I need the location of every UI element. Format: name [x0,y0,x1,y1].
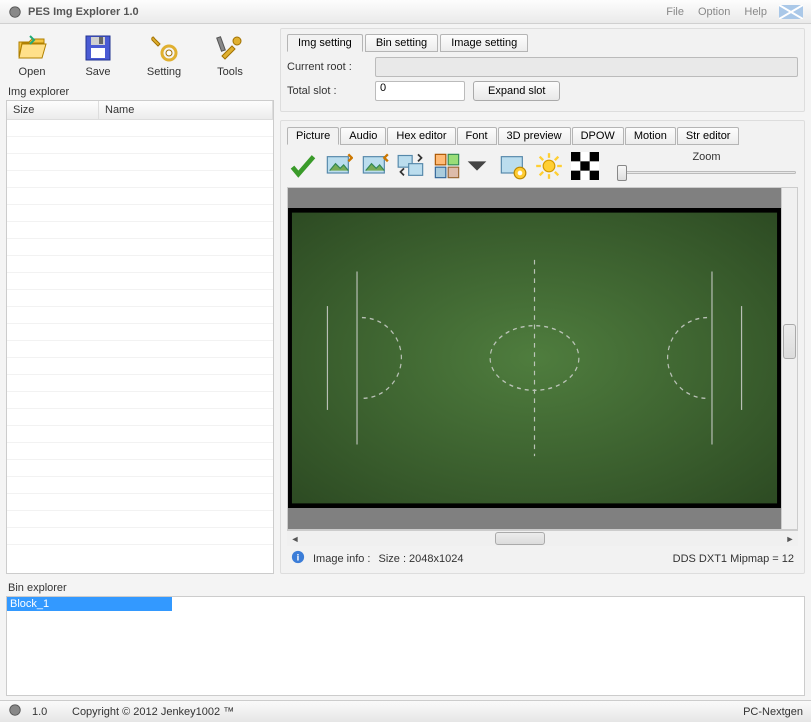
titlebar: PES Img Explorer 1.0 File Option Help [0,0,811,24]
image-multi-swap-icon[interactable] [397,152,425,180]
menu-help[interactable]: Help [744,6,767,18]
dropdown-arrow-icon[interactable] [463,152,491,180]
tab-motion[interactable]: Motion [625,127,676,145]
tools-button[interactable]: Tools [206,32,254,78]
total-slot-input[interactable]: 0 [375,81,465,101]
col-size[interactable]: Size [7,101,99,119]
tools-icon [214,32,246,64]
zoom-slider[interactable] [617,165,796,181]
image-export-icon[interactable] [325,152,353,180]
current-root-input[interactable] [375,57,798,77]
scroll-left-icon[interactable]: ◄ [287,534,303,544]
open-button[interactable]: Open [8,32,56,78]
scroll-right-icon[interactable]: ► [782,534,798,544]
statusbar: 1.0 Copyright © 2012 Jenkey1002 ™ PC-Nex… [0,700,811,722]
window-title: PES Img Explorer 1.0 [28,6,666,18]
tab-bin-setting[interactable]: Bin setting [365,34,438,52]
sun-icon[interactable] [535,152,563,180]
checker-icon[interactable] [571,152,599,180]
tab-picture[interactable]: Picture [287,127,339,145]
menu-bar: File Option Help [666,6,767,18]
expand-slot-button[interactable]: Expand slot [473,81,560,101]
total-slot-label: Total slot : [287,85,367,97]
flag-icon [779,5,803,19]
setting-button[interactable]: Setting [140,32,188,78]
list-item[interactable]: Block_1 [7,597,172,611]
col-name[interactable]: Name [99,101,273,119]
info-icon: i [291,550,305,567]
tab-image-setting[interactable]: Image setting [440,34,528,52]
bin-explorer-label: Bin explorer [8,582,805,594]
settings-panel: Img setting Bin setting Image setting Cu… [280,28,805,112]
image-grid-icon[interactable] [433,152,461,180]
tab-3d[interactable]: 3D preview [498,127,571,145]
tab-hex[interactable]: Hex editor [387,127,455,145]
status-copyright: Copyright © 2012 Jenkey1002 ™ [72,706,733,718]
image-info-bar: i Image info : Size : 2048x1024 DDS DXT1… [287,546,798,567]
svg-text:i: i [297,553,300,564]
wrench-gear-icon [148,32,180,64]
tab-img-setting[interactable]: Img setting [287,34,363,52]
main-toolbar: Open Save Setting [6,28,274,80]
img-explorer-list[interactable]: Size Name [6,100,274,574]
editor-panel: Picture Audio Hex editor Font 3D preview… [280,120,805,574]
field-preview [288,208,781,508]
menu-file[interactable]: File [666,6,684,18]
status-icon [8,703,22,720]
image-gear-icon[interactable] [499,152,527,180]
folder-open-icon [16,32,48,64]
image-viewport[interactable] [287,187,798,530]
tab-str[interactable]: Str editor [677,127,740,145]
status-version: 1.0 [32,706,62,718]
image-import-icon[interactable] [361,152,389,180]
horizontal-scrollbar[interactable]: ◄ ► [287,530,798,546]
tab-audio[interactable]: Audio [340,127,386,145]
vertical-scrollbar[interactable] [781,188,797,529]
picture-toolbar: Zoom [287,145,798,187]
tab-dpow[interactable]: DPOW [572,127,624,145]
img-explorer-label: Img explorer [8,86,274,98]
bin-explorer-list[interactable]: Block_1 [6,596,805,696]
app-icon [8,5,22,19]
zoom-label: Zoom [692,151,720,163]
status-platform: PC-Nextgen [743,706,803,718]
image-info-format: DDS DXT1 Mipmap = 12 [673,553,794,565]
floppy-icon [82,32,114,64]
image-info-label: Image info : [313,553,370,565]
image-info-size: Size : 2048x1024 [378,553,463,565]
current-root-label: Current root : [287,61,367,73]
menu-option[interactable]: Option [698,6,730,18]
check-icon[interactable] [289,152,317,180]
save-button[interactable]: Save [74,32,122,78]
